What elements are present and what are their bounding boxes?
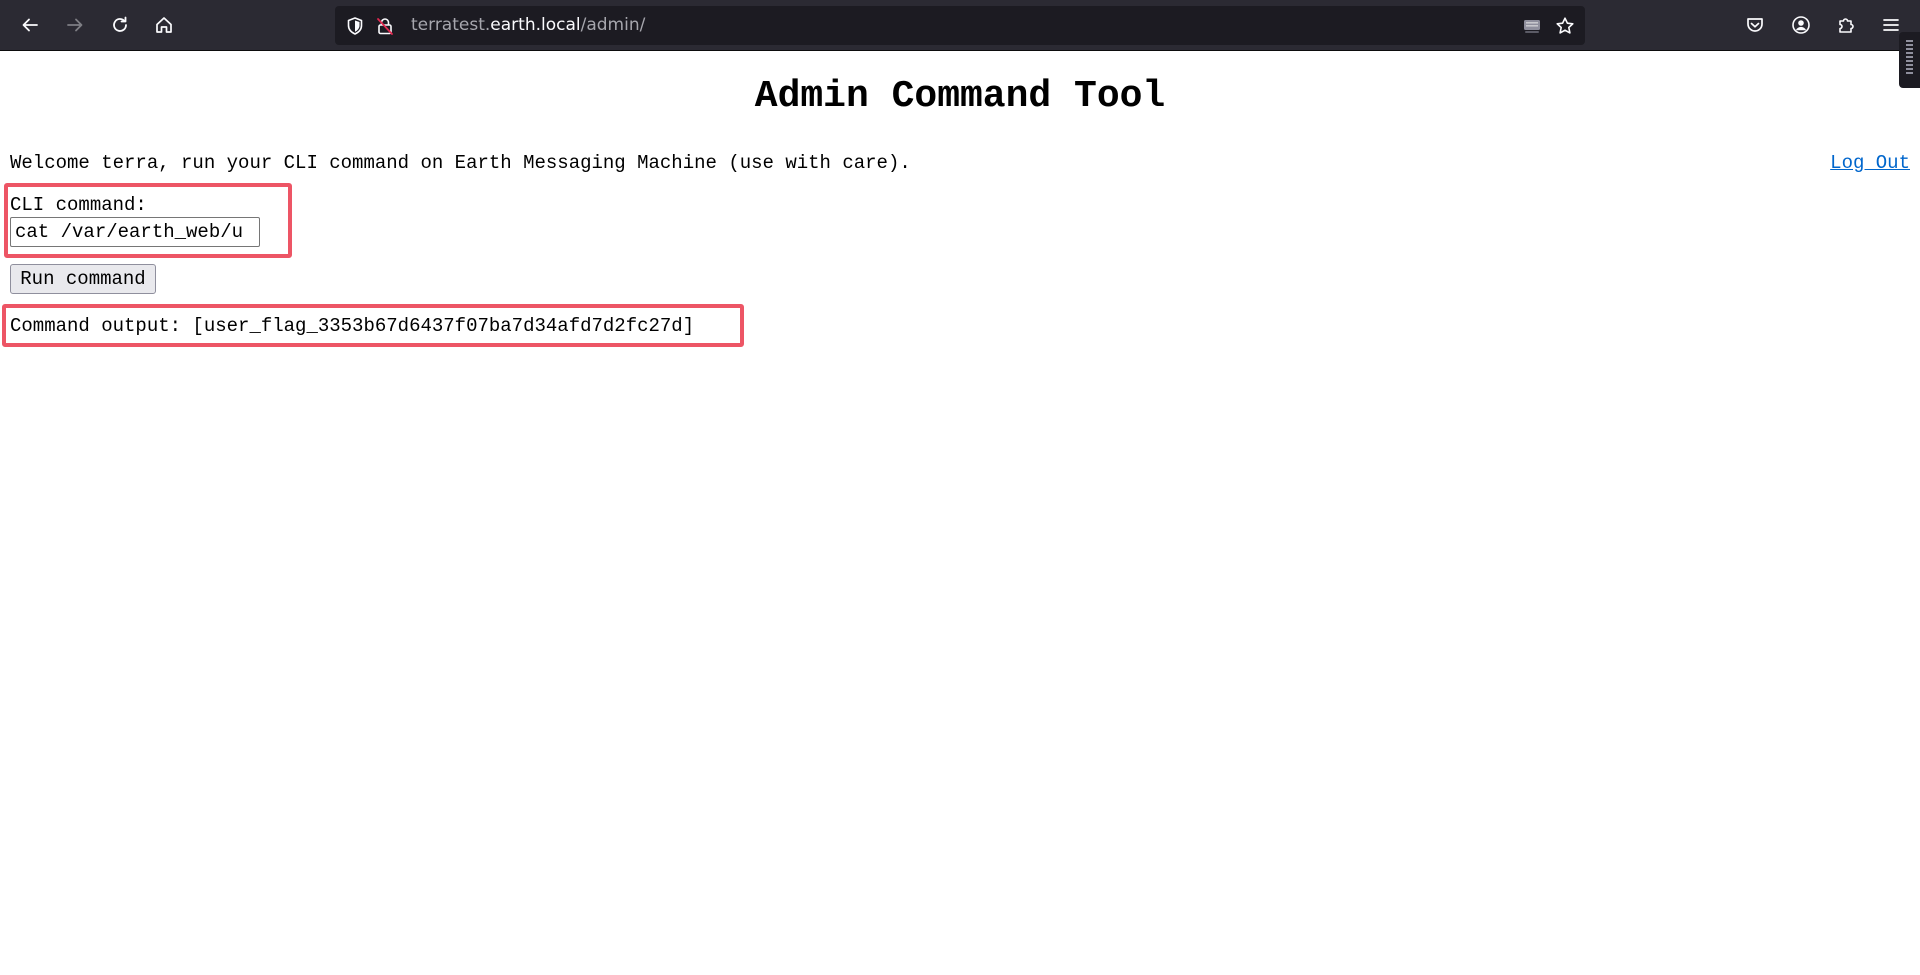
url-host-domain: earth.local bbox=[490, 15, 581, 35]
page-title: Admin Command Tool bbox=[754, 75, 1166, 118]
browser-toolbar: terratest.earth.local/admin/ bbox=[0, 0, 1920, 51]
puzzle-icon bbox=[1839, 18, 1854, 33]
reload-icon bbox=[113, 16, 127, 32]
forward-button[interactable] bbox=[59, 9, 91, 41]
home-button[interactable] bbox=[148, 9, 180, 41]
star-icon[interactable] bbox=[1555, 16, 1575, 36]
url-path: /admin/ bbox=[580, 15, 646, 35]
command-output: Command output: [user_flag_3353b67d6437f… bbox=[10, 315, 695, 337]
arrow-right-icon bbox=[67, 18, 83, 32]
account-button[interactable] bbox=[1785, 9, 1817, 41]
welcome-message: Welcome terra, run your CLI command on E… bbox=[10, 152, 911, 174]
logout-link[interactable]: Log Out bbox=[1830, 150, 1910, 176]
url-text[interactable]: terratest.earth.local/admin/ bbox=[411, 6, 645, 45]
cli-command-input[interactable] bbox=[10, 217, 260, 247]
url-bar[interactable]: terratest.earth.local/admin/ bbox=[335, 6, 1585, 45]
insecure-lock-icon[interactable] bbox=[375, 16, 395, 36]
arrow-left-icon bbox=[22, 18, 38, 32]
extensions-button[interactable] bbox=[1830, 9, 1862, 41]
back-button[interactable] bbox=[14, 9, 46, 41]
hamburger-menu-icon bbox=[1883, 19, 1899, 31]
run-command-button[interactable]: Run command bbox=[10, 264, 156, 294]
account-icon bbox=[1792, 16, 1810, 34]
home-icon bbox=[156, 17, 172, 33]
cli-command-label: CLI command: bbox=[10, 194, 147, 216]
reader-view-icon[interactable] bbox=[1522, 16, 1542, 36]
reload-button[interactable] bbox=[104, 9, 136, 41]
shield-icon[interactable] bbox=[345, 16, 365, 36]
pocket-button[interactable] bbox=[1739, 9, 1771, 41]
page-content: Admin Command Tool Welcome terra, run yo… bbox=[0, 52, 1920, 975]
url-host-prefix: terratest. bbox=[411, 15, 491, 35]
pocket-icon bbox=[1747, 18, 1763, 32]
